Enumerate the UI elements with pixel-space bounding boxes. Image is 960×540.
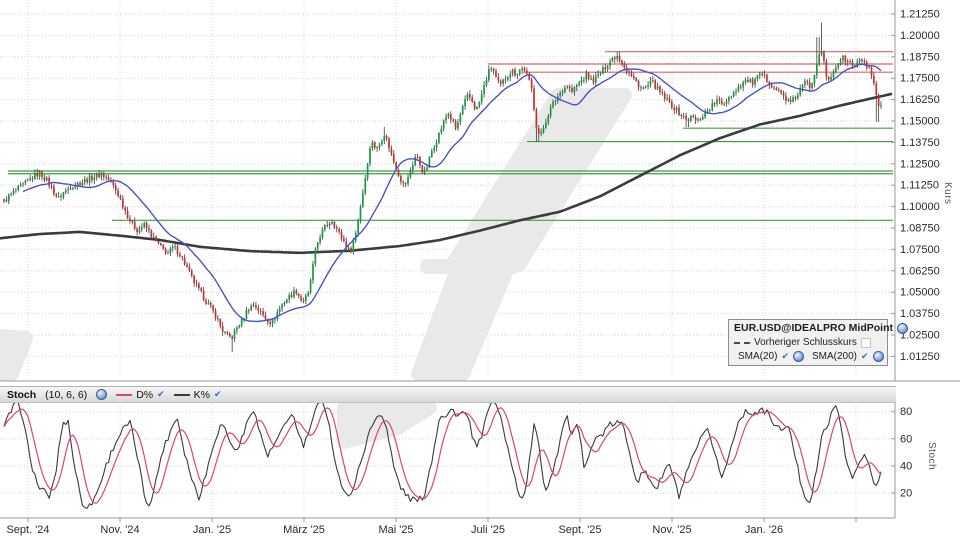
stoch-axis-title: Stoch [926,442,937,470]
time-axis-label: Jan. '26 [745,524,783,536]
svg-text:1.01250: 1.01250 [900,351,940,363]
time-axis-label: Jan. '25 [193,524,231,536]
time-axis-label: März '25 [283,524,325,536]
stoch-k-line-sample [174,394,190,396]
svg-text:80: 80 [900,406,912,418]
dashed-line-sample [734,342,740,344]
svg-text:1.10000: 1.10000 [900,201,940,213]
time-axis-label: Mai '25 [378,524,413,536]
stoch-lines [4,402,881,508]
svg-text:1.15000: 1.15000 [900,116,940,128]
globe-icon[interactable] [897,323,908,334]
svg-text:1.17500: 1.17500 [900,73,940,85]
svg-text:1.03750: 1.03750 [900,308,940,320]
svg-text:1.08750: 1.08750 [900,223,940,235]
stoch-indicator-name: Stoch [7,389,36,401]
svg-text:1.05000: 1.05000 [900,287,940,299]
sma200-checkbox[interactable]: ✔ [861,352,869,361]
svg-text:40: 40 [900,460,912,472]
legend-prev-close-row[interactable]: Vorheriger Schlusskurs [734,337,882,348]
chart-window: { "colors": { "candle_up": "#169a3e", "c… [0,0,960,540]
svg-text:20: 20 [900,488,912,500]
stoch-panel-header[interactable]: Stoch (10, 6, 6) D% ✔ K% ✔ [0,386,896,403]
sma200-label: SMA(200) [812,351,857,362]
stoch-d-checkbox[interactable]: ✔ [157,390,165,399]
svg-text:1.06250: 1.06250 [900,265,940,277]
svg-text:1.21250: 1.21250 [900,9,940,21]
stoch-params: (10, 6, 6) [45,389,87,401]
level-lines [8,52,893,221]
svg-text:1.12500: 1.12500 [900,158,940,170]
svg-text:1.20000: 1.20000 [900,30,940,42]
globe-icon[interactable] [96,389,107,400]
globe-icon[interactable] [793,351,804,362]
time-axis-label: Juli '25 [471,524,505,536]
time-axis-label: Nov. '25 [652,524,691,536]
stoch-d-label: D% [136,389,153,401]
dashed-line-sample [744,342,750,344]
time-axis-label: Nov. '24 [100,524,139,536]
chart-canvas[interactable]: 1.21250 1.20000 1.18750 1.17500 1.16250 1.150… [0,0,960,540]
sma20-checkbox[interactable]: ✔ [781,352,789,361]
sma20-label: SMA(20) [738,351,777,362]
svg-text:60: 60 [900,433,912,445]
prev-close-checkbox[interactable] [861,338,871,348]
globe-icon[interactable] [873,351,884,362]
svg-text:1.11250: 1.11250 [900,180,939,192]
time-axis-label: Sept. '24 [6,524,49,536]
prev-close-label: Vorheriger Schlusskurs [754,337,857,348]
legend-sma-row: SMA(20) ✔ SMA(200) ✔ [734,351,882,362]
stoch-k-label: K% [194,389,210,401]
price-axis-title: Kurs [942,182,953,205]
svg-text:1.13750: 1.13750 [900,137,940,149]
instrument-title: EUR.USD@IDEALPRO MidPoint [734,322,893,334]
svg-text:1.07500: 1.07500 [900,244,940,256]
time-axis-label: Sept. '25 [558,524,601,536]
stoch-k-checkbox[interactable]: ✔ [214,390,222,399]
svg-text:1.18750: 1.18750 [900,51,940,63]
svg-text:1.16250: 1.16250 [900,94,940,106]
legend-box[interactable]: EUR.USD@IDEALPRO MidPoint Vorheriger Sch… [728,319,888,366]
stoch-d-line-sample [116,394,132,396]
